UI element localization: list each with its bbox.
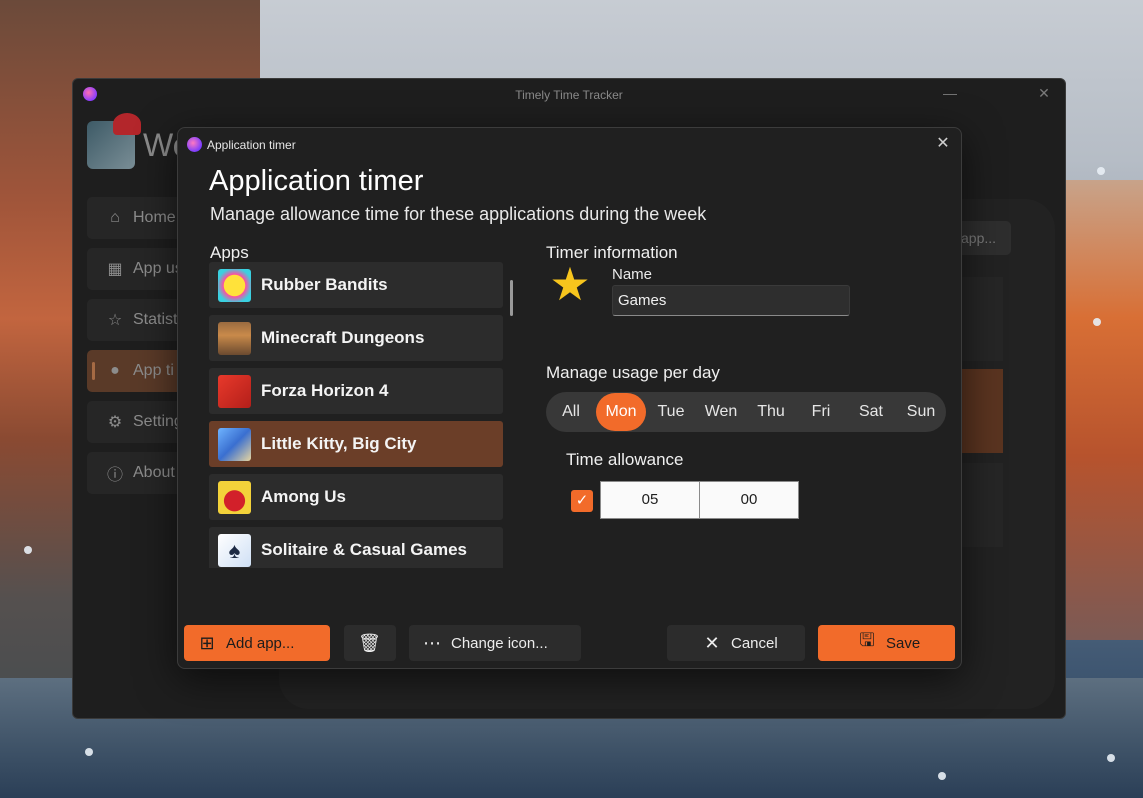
sidebar-item-label: App us bbox=[133, 260, 183, 277]
snowflake bbox=[24, 546, 32, 554]
home-icon: ⌂ bbox=[110, 209, 120, 226]
day-tue[interactable]: Tue bbox=[646, 393, 696, 431]
avatar bbox=[87, 113, 141, 169]
bg-list-row bbox=[961, 277, 1003, 361]
snowflake bbox=[1097, 167, 1105, 175]
welcome-header: We bbox=[87, 113, 190, 175]
app-name: Rubber Bandits bbox=[261, 275, 388, 294]
app-list-scrollbar[interactable] bbox=[510, 280, 513, 316]
bg-list-row bbox=[961, 369, 1003, 453]
day-selector: All Mon Tue Wen Thu Fri Sat Sun bbox=[546, 392, 946, 432]
bg-list-row bbox=[961, 463, 1003, 547]
change-icon-label: Change icon... bbox=[451, 634, 548, 652]
lightbulb-icon: ● bbox=[110, 362, 120, 379]
dialog-heading: Application timer bbox=[209, 165, 424, 197]
app-logo-icon bbox=[187, 137, 202, 152]
minecraft-dungeons-icon bbox=[218, 321, 251, 355]
main-titlebar: Timely Time Tracker — ✕ bbox=[73, 79, 1065, 111]
change-icon-button[interactable]: ⋯ Change icon... bbox=[409, 625, 581, 661]
sidebar-item-label: About bbox=[133, 464, 175, 481]
list-item[interactable]: ♠ Solitaire & Casual Games bbox=[209, 527, 503, 568]
app-list[interactable]: Rubber Bandits Minecraft Dungeons Forza … bbox=[209, 262, 504, 568]
application-timer-dialog: Application timer ✕ Application timer Ma… bbox=[177, 127, 962, 669]
app-name: Solitaire & Casual Games bbox=[261, 540, 467, 559]
snowflake bbox=[938, 772, 946, 780]
snowflake bbox=[85, 748, 93, 756]
sidebar-item-label: Statist bbox=[133, 311, 178, 328]
save-label: Save bbox=[886, 634, 921, 652]
dialog-close-button[interactable]: ✕ bbox=[933, 134, 953, 154]
among-us-icon bbox=[218, 480, 251, 514]
cancel-label: Cancel bbox=[731, 634, 778, 652]
main-close-button[interactable]: ✕ bbox=[1033, 85, 1055, 105]
rubber-bandits-icon bbox=[218, 268, 251, 302]
apps-label: Apps bbox=[210, 243, 249, 262]
allowance-checkbox[interactable]: ✓ bbox=[571, 490, 593, 512]
add-app-icon: ⊞ bbox=[199, 632, 215, 653]
list-item[interactable]: Minecraft Dungeons bbox=[209, 315, 503, 361]
list-item[interactable]: Rubber Bandits bbox=[209, 262, 503, 308]
sidebar-item-label: Home bbox=[133, 209, 176, 226]
dialog-caption: Application timer bbox=[207, 138, 296, 152]
minimize-button[interactable]: — bbox=[939, 85, 961, 105]
more-icon: ⋯ bbox=[423, 632, 441, 653]
trash-icon: 🗑 bbox=[358, 632, 381, 653]
time-allowance-label: Time allowance bbox=[566, 450, 684, 469]
star-outline-icon: ☆ bbox=[107, 312, 123, 329]
solitaire-icon: ♠ bbox=[218, 533, 251, 567]
forza-horizon-icon bbox=[218, 374, 251, 408]
dialog-subheading: Manage allowance time for these applicat… bbox=[210, 204, 707, 224]
add-app-button[interactable]: ⊞ Add app... bbox=[184, 625, 330, 661]
day-sat[interactable]: Sat bbox=[846, 393, 896, 431]
gear-icon: ⚙ bbox=[107, 414, 123, 431]
sidebar-item-label: App ti bbox=[133, 362, 174, 379]
main-window-title: Timely Time Tracker bbox=[515, 88, 623, 102]
day-all[interactable]: All bbox=[546, 393, 596, 431]
day-sun[interactable]: Sun bbox=[896, 393, 946, 431]
delete-button[interactable]: 🗑 bbox=[344, 625, 396, 661]
minutes-field[interactable]: 00 bbox=[699, 481, 799, 519]
snowflake bbox=[1107, 754, 1115, 762]
checkmark-icon: ✓ bbox=[575, 492, 589, 509]
cancel-button[interactable]: ✕ Cancel bbox=[667, 625, 805, 661]
app-name: Forza Horizon 4 bbox=[261, 381, 389, 400]
star-icon[interactable]: ★ bbox=[548, 261, 592, 307]
manage-usage-label: Manage usage per day bbox=[546, 363, 720, 382]
hours-field[interactable]: 05 bbox=[600, 481, 700, 519]
dialog-titlebar: Application timer ✕ bbox=[178, 128, 961, 160]
day-mon[interactable]: Mon bbox=[596, 393, 646, 431]
info-icon: ⓘ bbox=[106, 467, 123, 484]
save-icon: 🖫 bbox=[859, 630, 875, 650]
sidebar-item-label: Setting bbox=[133, 413, 183, 430]
santa-hat-icon bbox=[113, 113, 141, 135]
list-item[interactable]: Among Us bbox=[209, 474, 503, 520]
save-button[interactable]: 🖫 Save bbox=[818, 625, 955, 661]
add-app-label: Add app... bbox=[226, 634, 295, 652]
day-wen[interactable]: Wen bbox=[696, 393, 746, 431]
name-input[interactable] bbox=[612, 285, 850, 316]
list-item-selected[interactable]: Little Kitty, Big City bbox=[209, 421, 503, 467]
name-label: Name bbox=[612, 266, 653, 283]
day-fri[interactable]: Fri bbox=[796, 393, 846, 431]
app-name: Minecraft Dungeons bbox=[261, 328, 425, 347]
snowflake bbox=[1093, 318, 1101, 326]
day-thu[interactable]: Thu bbox=[746, 393, 796, 431]
close-icon: ✕ bbox=[704, 632, 720, 653]
list-item[interactable]: Forza Horizon 4 bbox=[209, 368, 503, 414]
app-name: Little Kitty, Big City bbox=[261, 434, 417, 453]
app-name: Among Us bbox=[261, 487, 346, 506]
little-kitty-icon bbox=[218, 427, 251, 461]
calendar-icon: ▦ bbox=[107, 261, 123, 278]
